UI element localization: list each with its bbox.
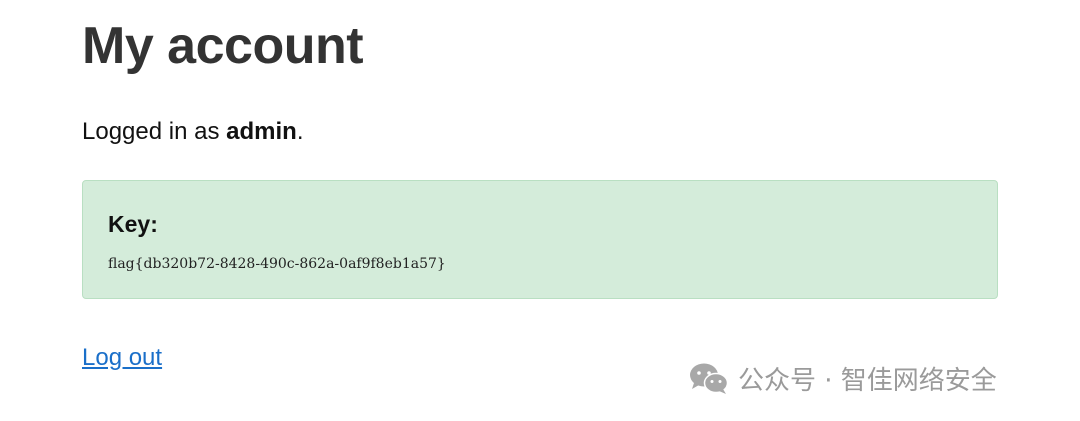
key-value: flag{db320b72-8428-490c-862a-0af9f8eb1a5…	[108, 256, 446, 272]
page-title: My account	[82, 17, 364, 75]
key-panel	[82, 180, 998, 299]
login-status-suffix: .	[296, 118, 304, 145]
watermark-text: 公众号 · 智佳网络安全	[738, 365, 997, 396]
wechat-icon	[690, 363, 729, 394]
logout-link[interactable]: Log out	[82, 343, 162, 373]
login-status: Logged in as admin.	[82, 117, 303, 147]
username: admin	[226, 118, 297, 145]
watermark: 公众号 · 智佳网络安全	[688, 360, 997, 396]
key-heading: Key:	[108, 211, 158, 237]
login-status-prefix: Logged in as	[82, 118, 227, 145]
